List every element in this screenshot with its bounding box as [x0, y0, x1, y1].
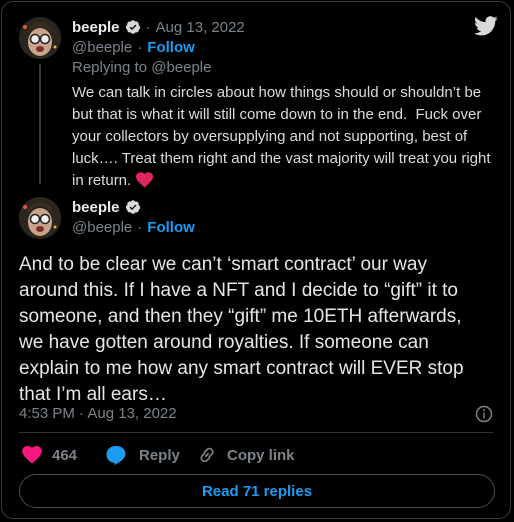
follow-button[interactable]: Follow [147, 219, 195, 236]
author-handle[interactable]: @beeple [72, 39, 132, 56]
reply-label: Reply [139, 446, 180, 464]
author-handle[interactable]: @beeple [72, 219, 132, 236]
avatar[interactable] [19, 197, 61, 239]
copy-link-button[interactable]: Copy link [197, 444, 295, 466]
separator: · [145, 18, 151, 36]
red-heart-emoji [136, 172, 154, 193]
main-tweet-text: And to be clear we can’t ‘smart contract… [19, 254, 464, 405]
tweet-embed-card: beeple · Aug 13, 2022 @beeple · Follow R… [1, 1, 511, 519]
reply-button[interactable]: Reply [106, 444, 180, 466]
follow-button[interactable]: Follow [147, 39, 195, 56]
thread-line [39, 64, 41, 184]
like-count: 464 [52, 446, 78, 464]
divider [19, 432, 493, 433]
separator: · [137, 218, 143, 236]
twitter-bird-icon[interactable] [474, 16, 498, 36]
tweet-date[interactable]: Aug 13, 2022 [156, 19, 245, 36]
reply-bubble-icon [106, 445, 126, 465]
copy-link-label: Copy link [227, 446, 295, 464]
author-name[interactable]: beeple [72, 199, 120, 216]
replying-to: Replying to @beeple [72, 59, 212, 76]
avatar[interactable] [19, 17, 61, 59]
author-name[interactable]: beeple [72, 19, 120, 36]
verified-badge-icon [125, 20, 140, 34]
avatar-image [19, 17, 61, 59]
heart-icon [22, 446, 42, 464]
verified-badge-icon [125, 200, 140, 214]
heart-emoji-icon [136, 172, 154, 188]
info-icon[interactable] [475, 405, 493, 423]
link-icon [200, 447, 214, 463]
read-replies-button[interactable]: Read 71 replies [19, 474, 495, 508]
avatar-image [19, 197, 61, 239]
separator: · [137, 38, 143, 56]
like-button[interactable]: 464 [22, 444, 77, 466]
tweet-timestamp[interactable]: 4:53 PM · Aug 13, 2022 [19, 404, 177, 424]
